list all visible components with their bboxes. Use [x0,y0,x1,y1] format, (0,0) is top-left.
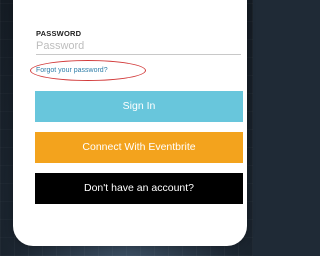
forgot-password-link[interactable]: Forgot your password? [36,67,108,74]
create-account-button[interactable]: Don't have an account? [35,173,243,204]
login-card: PASSWORD Forgot your password? Sign In C… [13,0,247,246]
card-top-edge [13,0,247,8]
connect-eventbrite-button[interactable]: Connect With Eventbrite [35,132,243,163]
sign-in-button[interactable]: Sign In [35,91,243,122]
password-field[interactable] [36,37,241,55]
